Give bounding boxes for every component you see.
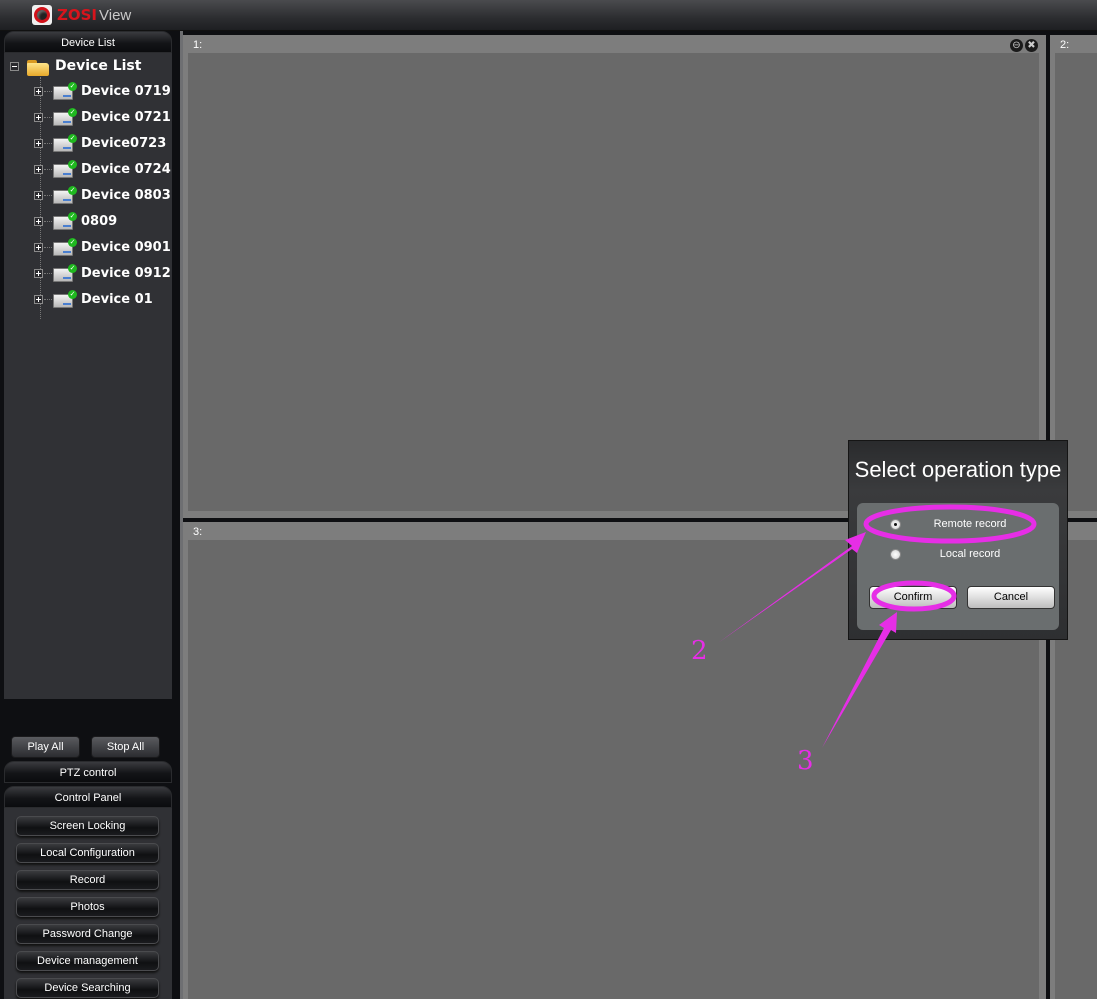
ptz-control-header[interactable]: PTZ control [4, 761, 172, 783]
expand-icon[interactable] [34, 112, 43, 122]
logo-product: View [99, 6, 132, 24]
app-logo: ZOSI View [32, 4, 131, 26]
dvr-device-icon: ✓ [53, 82, 77, 100]
device-item[interactable]: ✓ 0809 [34, 210, 117, 232]
device-name: Device0723 [81, 135, 167, 151]
dialog-title: Select operation type [854, 457, 1062, 482]
device-name: 0809 [81, 213, 118, 229]
sidebar: Device List Device List ✓ Device 0719 ✓ … [0, 31, 178, 999]
remote-record-option[interactable]: Remote record [857, 514, 1059, 534]
device-name: Device 0901 [81, 239, 171, 255]
device-name: Device 0912 [81, 265, 171, 281]
device-item[interactable]: ✓ Device0723 [34, 132, 166, 154]
dvr-device-icon: ✓ [53, 160, 77, 178]
dialog-body: Remote record Local record Confirm Cance… [857, 503, 1059, 630]
dvr-device-icon: ✓ [53, 108, 77, 126]
local-configuration-button[interactable]: Local Configuration [16, 843, 159, 863]
device-item[interactable]: ✓ Device 0912 [34, 262, 171, 284]
radio-checked-icon[interactable] [890, 518, 901, 530]
password-change-button[interactable]: Password Change [16, 924, 159, 944]
stop-all-button[interactable]: Stop All [91, 736, 160, 758]
online-check-icon: ✓ [68, 82, 77, 91]
device-item[interactable]: ✓ Device 01 [34, 288, 153, 310]
photos-button[interactable]: Photos [16, 897, 159, 917]
play-all-button[interactable]: Play All [11, 736, 80, 758]
title-bar: ZOSI View [0, 0, 1097, 31]
device-name: Device 0719 [81, 83, 171, 99]
dvr-device-icon: ✓ [53, 186, 77, 204]
confirm-button[interactable]: Confirm [869, 586, 957, 609]
logo-brand: ZOSI [57, 6, 98, 24]
pane-label: 2: [1060, 39, 1070, 51]
expand-icon[interactable] [34, 190, 43, 200]
device-searching-button[interactable]: Device Searching [16, 978, 159, 998]
minimize-pane-icon[interactable]: ⊖ [1010, 39, 1023, 52]
expand-icon[interactable] [34, 164, 43, 174]
device-item[interactable]: ✓ Device 0719 [34, 80, 171, 102]
device-tree: Device List ✓ Device 0719 ✓ Device 0721 … [4, 53, 172, 699]
device-name: Device 0721 [81, 109, 171, 125]
dvr-device-icon: ✓ [53, 290, 77, 308]
device-name: Device 0803 [81, 187, 171, 203]
dvr-device-icon: ✓ [53, 212, 77, 230]
expand-icon[interactable] [34, 268, 43, 278]
close-pane-icon[interactable]: ✖ [1025, 39, 1038, 52]
online-check-icon: ✓ [68, 264, 77, 273]
dvr-device-icon: ✓ [53, 238, 77, 256]
device-item[interactable]: ✓ Device 0721 [34, 106, 171, 128]
collapse-icon[interactable] [10, 61, 19, 71]
select-operation-dialog: Select operation type Remote record Loca… [848, 440, 1068, 640]
cancel-button[interactable]: Cancel [967, 586, 1055, 609]
folder-icon [27, 58, 49, 76]
online-check-icon: ✓ [68, 212, 77, 221]
online-check-icon: ✓ [68, 186, 77, 195]
online-check-icon: ✓ [68, 238, 77, 247]
option-label: Local record [939, 548, 1001, 560]
tree-root[interactable]: Device List [10, 55, 141, 77]
pane-label: 3: [193, 526, 203, 538]
option-label: Remote record [933, 518, 1007, 530]
online-check-icon: ✓ [68, 134, 77, 143]
device-item[interactable]: ✓ Device 0803 [34, 184, 171, 206]
control-panel: Screen Locking Local Configuration Recor… [4, 808, 172, 999]
record-button[interactable]: Record [16, 870, 159, 890]
step-3-label: 3 [797, 746, 814, 776]
screen-locking-button[interactable]: Screen Locking [16, 816, 159, 836]
pane-label: 1: [193, 39, 203, 51]
tree-root-label: Device List [55, 58, 142, 74]
camera-logo-icon [32, 5, 52, 25]
expand-icon[interactable] [34, 242, 43, 252]
expand-icon[interactable] [34, 294, 43, 304]
local-record-option[interactable]: Local record [857, 544, 1059, 564]
expand-icon[interactable] [34, 216, 43, 226]
step-2-label: 2 [691, 636, 708, 666]
online-check-icon: ✓ [68, 290, 77, 299]
device-management-button[interactable]: Device management [16, 951, 159, 971]
online-check-icon: ✓ [68, 108, 77, 117]
dvr-device-icon: ✓ [53, 134, 77, 152]
device-list-header[interactable]: Device List [4, 31, 172, 53]
expand-icon[interactable] [34, 86, 43, 96]
expand-icon[interactable] [34, 138, 43, 148]
control-panel-header[interactable]: Control Panel [4, 786, 172, 808]
device-item[interactable]: ✓ Device 0901 [34, 236, 171, 258]
device-name: Device 01 [81, 291, 153, 307]
device-name: Device 0724 [81, 161, 171, 177]
radio-unchecked-icon[interactable] [890, 548, 901, 560]
dvr-device-icon: ✓ [53, 264, 77, 282]
device-item[interactable]: ✓ Device 0724 [34, 158, 171, 180]
online-check-icon: ✓ [68, 160, 77, 169]
